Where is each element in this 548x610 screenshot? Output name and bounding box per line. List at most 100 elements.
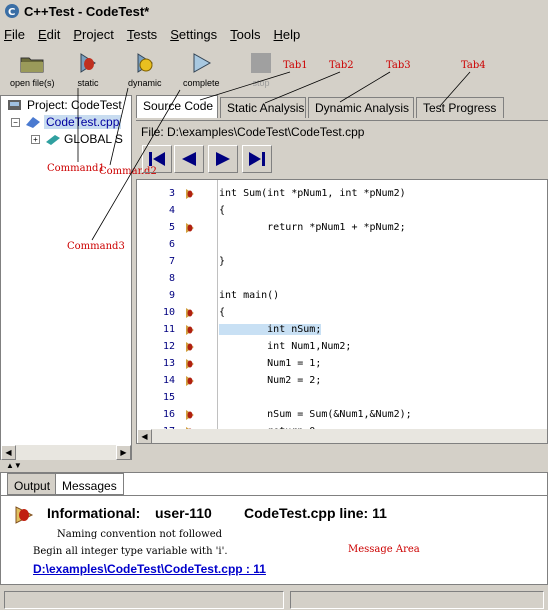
bug-icon xyxy=(15,506,34,524)
file-path-label: File: D:\examples\CodeTest\CodeTest.cpp xyxy=(136,120,548,140)
message-panel: Output Messages Informational: user-110 … xyxy=(0,472,548,585)
annotation-command3: Command3 xyxy=(67,241,125,252)
line-number: 13 xyxy=(162,358,175,369)
line-number: 9 xyxy=(168,290,175,301)
open-files-button[interactable]: open file(s) xyxy=(10,52,55,88)
menu-file[interactable]: File xyxy=(4,27,25,42)
line-number: 14 xyxy=(162,375,175,386)
last-button[interactable] xyxy=(242,145,272,173)
line-marker-icon[interactable] xyxy=(185,324,195,336)
expand-icon[interactable]: + xyxy=(31,134,40,144)
line-marker-icon[interactable] xyxy=(185,375,195,387)
line-number: 5 xyxy=(168,222,175,233)
project-tree-panel: Project: CodeTest − CodeTest.cpp + GLOBA… xyxy=(0,95,157,460)
first-icon xyxy=(149,152,165,166)
folder-icon xyxy=(20,57,44,73)
code-line: { xyxy=(219,307,226,318)
main-panel: Source Code Static Analysis Dynamic Anal… xyxy=(136,95,548,460)
code-line: int Sum(int *pNum1, int *pNum2) xyxy=(219,188,406,199)
title-bar: C C++Test - CodeTest* xyxy=(0,0,548,22)
line-number: 7 xyxy=(168,256,175,267)
annotation-message-area: Message Area xyxy=(348,544,420,555)
code-line: { xyxy=(219,205,226,216)
code-line: Num1 = 1; xyxy=(219,358,322,369)
line-number: 10 xyxy=(162,307,175,318)
code-line: int main() xyxy=(219,290,280,301)
status-bar xyxy=(0,588,548,610)
scroll-right-button[interactable]: ▶ xyxy=(116,445,131,460)
status-field-2 xyxy=(290,591,544,609)
scroll-left-button[interactable]: ◀ xyxy=(1,445,16,460)
code-line: int Num1,Num2; xyxy=(219,341,352,352)
code-line: nSum = Sum(&Num1,&Num2); xyxy=(219,409,412,420)
menu-tools[interactable]: Tools xyxy=(230,27,260,42)
line-number: 3 xyxy=(168,188,175,199)
tree-project[interactable]: Project: CodeTest xyxy=(7,98,122,112)
previous-button[interactable] xyxy=(174,145,204,173)
message-type: Informational: xyxy=(47,505,141,521)
line-number: 16 xyxy=(162,409,175,420)
line-number: 6 xyxy=(168,239,175,250)
stop-button[interactable]: stop xyxy=(248,52,274,88)
app-logo-icon: C xyxy=(5,4,19,18)
svg-text:C: C xyxy=(8,7,15,18)
line-marker-icon[interactable] xyxy=(185,358,195,370)
line-number: 11 xyxy=(162,324,175,335)
code-line: } xyxy=(219,256,226,267)
static-test-icon xyxy=(80,53,96,73)
tab-static-analysis[interactable]: Static Analysis xyxy=(220,97,306,118)
menu-tests[interactable]: Tests xyxy=(127,27,157,42)
tree-horizontal-scrollbar[interactable]: ◀ ▶ xyxy=(1,445,131,460)
line-number: 12 xyxy=(162,341,175,352)
toolbar: open file(s) static dynamic complete sto… xyxy=(0,48,548,94)
code-scroll-left-button[interactable]: ◀ xyxy=(137,429,152,443)
tree-file-codetest[interactable]: − CodeTest.cpp xyxy=(11,115,122,129)
annotation-command1: Command1 xyxy=(47,163,105,174)
first-button[interactable] xyxy=(142,145,172,173)
dynamic-button[interactable]: dynamic xyxy=(128,52,162,88)
collapse-icon[interactable]: − xyxy=(11,117,20,127)
project-icon xyxy=(8,100,21,110)
complete-button[interactable]: complete xyxy=(183,52,220,88)
code-line: return *pNum1 + *pNum2; xyxy=(219,222,406,233)
window-title: C++Test - CodeTest* xyxy=(24,3,150,19)
tab-dynamic-analysis[interactable]: Dynamic Analysis xyxy=(308,97,414,118)
annotation-tab3: Tab3 xyxy=(386,60,411,71)
code-editor[interactable]: 3 int Sum(int *pNum1, int *pNum2) 4 {5 retu… xyxy=(136,179,548,444)
menu-help[interactable]: Help xyxy=(274,27,301,42)
tab-source-code[interactable]: Source Code xyxy=(136,95,218,118)
previous-icon xyxy=(182,152,196,166)
menu-edit[interactable]: Edit xyxy=(38,27,60,42)
message-link[interactable]: D:\examples\CodeTest\CodeTest.cpp : 11 xyxy=(33,562,266,576)
cpp-file-icon xyxy=(26,117,40,128)
gutter-divider xyxy=(217,180,218,443)
line-marker-icon[interactable] xyxy=(185,188,195,200)
next-icon xyxy=(216,152,230,166)
line-marker-icon[interactable] xyxy=(185,341,195,353)
next-button[interactable] xyxy=(208,145,238,173)
menu-settings[interactable]: Settings xyxy=(170,27,217,42)
message-location: CodeTest.cpp line: 11 xyxy=(244,505,387,521)
message-line1: Naming convention not followed xyxy=(57,529,223,540)
tab-messages[interactable]: Messages xyxy=(55,473,124,495)
annotation-tab4: Tab4 xyxy=(461,60,486,71)
line-number: 8 xyxy=(168,273,175,284)
line-marker-icon[interactable] xyxy=(185,222,195,234)
tab-test-progress[interactable]: Test Progress xyxy=(416,97,504,118)
static-button[interactable]: static xyxy=(75,52,101,88)
code-line: Num2 = 2; xyxy=(219,375,322,386)
line-marker-icon[interactable] xyxy=(185,307,195,319)
code-horizontal-scrollbar[interactable]: ◀ xyxy=(137,429,547,443)
line-marker-icon[interactable] xyxy=(185,409,195,421)
tree-global-scope[interactable]: + GLOBAL S xyxy=(31,132,123,146)
annotation-tab1: Tab1 xyxy=(283,60,308,71)
splitter-arrows-icon[interactable]: ▲▼ xyxy=(6,461,22,470)
stop-icon xyxy=(251,53,271,73)
last-icon xyxy=(249,152,265,166)
status-field-1 xyxy=(4,591,284,609)
global-scope-icon xyxy=(46,135,60,145)
dynamic-test-icon xyxy=(137,53,153,73)
annotation-tab2: Tab2 xyxy=(329,60,354,71)
tab-output[interactable]: Output xyxy=(7,473,58,495)
menu-project[interactable]: Project xyxy=(73,27,113,42)
